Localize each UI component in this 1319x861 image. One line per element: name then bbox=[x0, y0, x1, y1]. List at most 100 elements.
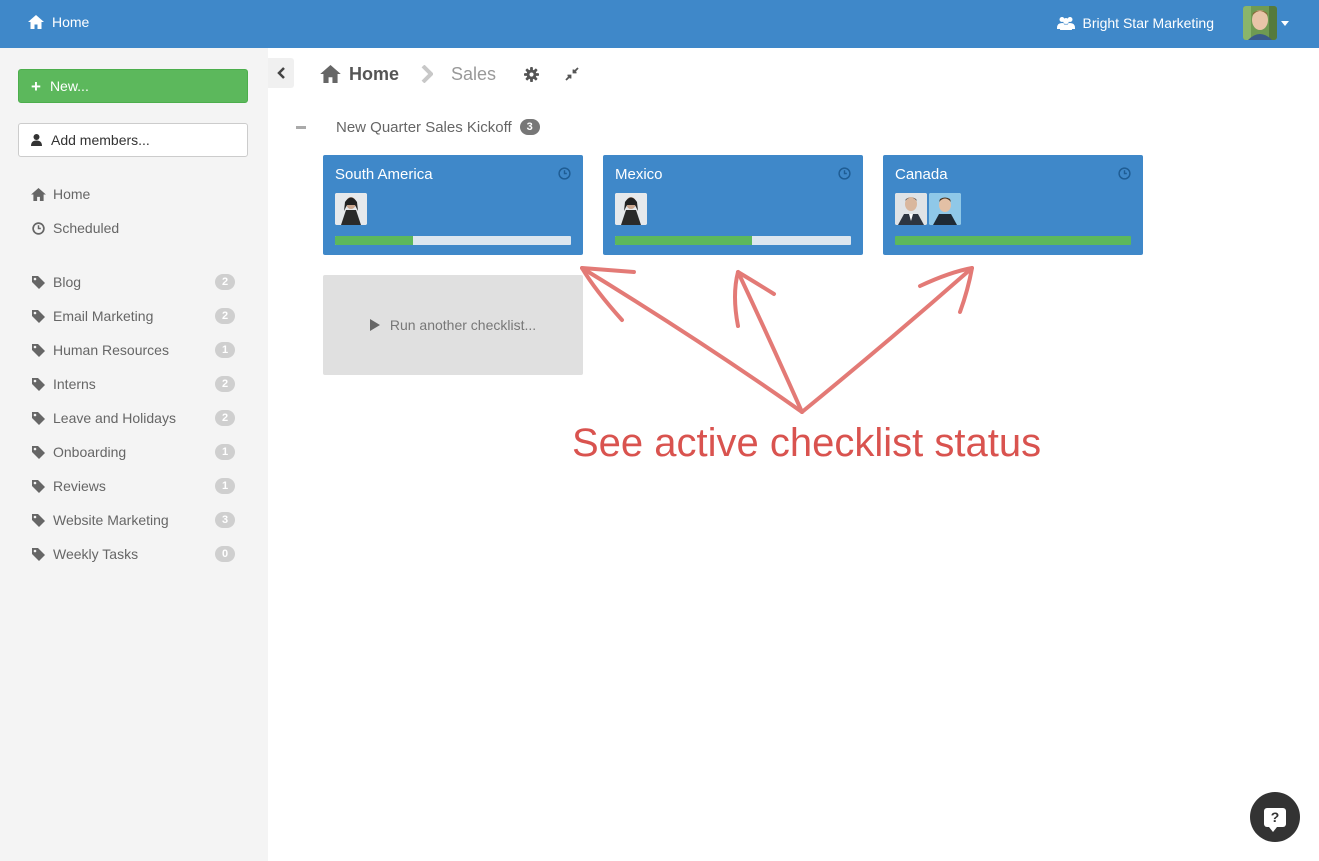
collapse-sidebar-button[interactable] bbox=[268, 58, 294, 88]
user-menu-caret[interactable] bbox=[1281, 21, 1289, 26]
sidebar-item-blog[interactable]: Blog 2 bbox=[30, 265, 240, 299]
org-name: Bright Star Marketing bbox=[1082, 15, 1215, 31]
top-bar: Home Bright Star Marketing bbox=[0, 0, 1319, 48]
user-icon bbox=[31, 134, 42, 146]
org-switcher[interactable]: Bright Star Marketing bbox=[1056, 15, 1215, 31]
help-question-icon: ? bbox=[1264, 807, 1286, 832]
breadcrumb: Home Sales bbox=[320, 62, 579, 86]
tag-icon bbox=[30, 275, 46, 290]
breadcrumb-current[interactable]: Sales bbox=[451, 64, 496, 85]
tag-count-badge: 2 bbox=[215, 274, 235, 290]
checklist-card-canada[interactable]: Canada bbox=[883, 155, 1143, 255]
sidebar-item-human-resources[interactable]: Human Resources 1 bbox=[30, 333, 240, 367]
progress-fill bbox=[615, 236, 752, 245]
sidebar-item-label: Reviews bbox=[53, 478, 106, 494]
checklist-card-south-america[interactable]: South America bbox=[323, 155, 583, 255]
clock-icon bbox=[838, 167, 851, 180]
woman-avatar[interactable] bbox=[335, 193, 367, 225]
sidebar-item-scheduled[interactable]: Scheduled bbox=[30, 211, 240, 245]
plus-icon: + bbox=[31, 76, 41, 96]
sidebar-item-email-marketing[interactable]: Email Marketing 2 bbox=[30, 299, 240, 333]
tag-icon bbox=[30, 343, 46, 358]
sidebar-item-weekly-tasks[interactable]: Weekly Tasks 0 bbox=[30, 537, 240, 571]
card-assignees bbox=[335, 193, 367, 225]
topbar-home-link[interactable]: Home bbox=[28, 14, 89, 30]
gear-icon[interactable] bbox=[524, 66, 540, 82]
sidebar-item-label: Interns bbox=[53, 376, 96, 392]
clock-icon bbox=[558, 167, 571, 180]
sidebar-item-label: Weekly Tasks bbox=[53, 546, 139, 562]
home-icon bbox=[320, 65, 341, 83]
sidebar-item-label: Human Resources bbox=[53, 342, 169, 358]
sidebar-item-onboarding[interactable]: Onboarding 1 bbox=[30, 435, 240, 469]
new-button-label: New... bbox=[49, 78, 89, 94]
card-progress-bar bbox=[615, 236, 851, 245]
card-title: Mexico bbox=[615, 166, 663, 183]
sidebar-item-label: Blog bbox=[53, 274, 82, 290]
man-suit-avatar[interactable] bbox=[895, 193, 927, 225]
checklist-group-header: New Quarter Sales Kickoff 3 bbox=[296, 117, 540, 137]
tag-icon bbox=[30, 411, 46, 426]
card-title: South America bbox=[335, 166, 433, 183]
tag-count-badge: 0 bbox=[215, 546, 235, 562]
annotation-text: See active checklist status bbox=[572, 421, 1042, 465]
card-assignees bbox=[615, 193, 647, 225]
sidebar: + New... Add members... Home Scheduled B… bbox=[0, 48, 268, 861]
woman-avatar[interactable] bbox=[615, 193, 647, 225]
checklist-card-mexico[interactable]: Mexico bbox=[603, 155, 863, 255]
tag-count-badge: 2 bbox=[215, 308, 235, 324]
add-members-button[interactable]: Add members... bbox=[18, 123, 248, 157]
tag-icon bbox=[30, 479, 46, 494]
sidebar-item-home[interactable]: Home bbox=[30, 177, 240, 211]
add-members-label: Add members... bbox=[51, 132, 150, 148]
progress-fill bbox=[895, 236, 1131, 245]
arrow-to-canada bbox=[800, 266, 974, 414]
compress-icon[interactable] bbox=[565, 67, 579, 81]
sidebar-item-label: Onboarding bbox=[53, 444, 127, 460]
card-assignees bbox=[895, 193, 961, 225]
group-title: New Quarter Sales Kickoff bbox=[336, 118, 512, 136]
run-another-checklist-button[interactable]: Run another checklist... bbox=[323, 275, 583, 375]
card-progress-bar bbox=[335, 236, 571, 245]
tag-icon bbox=[30, 547, 46, 562]
sidebar-item-reviews[interactable]: Reviews 1 bbox=[30, 469, 240, 503]
sidebar-item-label: Home bbox=[53, 186, 91, 202]
sidebar-item-interns[interactable]: Interns 2 bbox=[30, 367, 240, 401]
help-button[interactable]: ? bbox=[1250, 792, 1300, 842]
users-icon bbox=[1056, 17, 1075, 30]
home-icon bbox=[28, 15, 44, 29]
topbar-home-label: Home bbox=[52, 14, 90, 30]
play-icon bbox=[369, 319, 380, 331]
user-avatar[interactable] bbox=[1243, 6, 1277, 40]
clock-icon bbox=[1118, 167, 1131, 180]
breadcrumb-home[interactable]: Home bbox=[320, 64, 399, 85]
clock-icon bbox=[30, 221, 46, 235]
chevron-left-icon bbox=[276, 67, 285, 79]
group-count-badge: 3 bbox=[519, 119, 540, 135]
breadcrumb-separator-icon bbox=[421, 65, 434, 83]
sidebar-item-label: Website Marketing bbox=[53, 512, 169, 528]
new-button[interactable]: + New... bbox=[18, 69, 248, 103]
tag-icon bbox=[30, 377, 46, 392]
sidebar-item-label: Scheduled bbox=[53, 220, 120, 236]
tag-icon bbox=[30, 445, 46, 460]
sidebar-item-leave-and-holidays[interactable]: Leave and Holidays 2 bbox=[30, 401, 240, 435]
progress-fill bbox=[335, 236, 413, 245]
tag-icon bbox=[30, 309, 46, 324]
tag-count-badge: 3 bbox=[215, 512, 235, 528]
tag-count-badge: 2 bbox=[215, 376, 235, 392]
run-another-label: Run another checklist... bbox=[389, 317, 537, 333]
sidebar-item-website-marketing[interactable]: Website Marketing 3 bbox=[30, 503, 240, 537]
man-avatar[interactable] bbox=[929, 193, 961, 225]
tag-count-badge: 1 bbox=[215, 478, 235, 494]
home-icon bbox=[30, 187, 46, 201]
collapse-group-icon[interactable] bbox=[296, 125, 306, 129]
tag-nav: Blog 2 Email Marketing 2 Human Resources… bbox=[30, 265, 240, 571]
breadcrumb-home-label: Home bbox=[349, 63, 400, 84]
primary-nav: Home Scheduled bbox=[30, 177, 240, 245]
card-progress-bar bbox=[895, 236, 1131, 245]
tag-icon bbox=[30, 513, 46, 528]
sidebar-item-label: Email Marketing bbox=[53, 308, 154, 324]
card-title: Canada bbox=[895, 166, 948, 183]
tag-count-badge: 1 bbox=[215, 342, 235, 358]
